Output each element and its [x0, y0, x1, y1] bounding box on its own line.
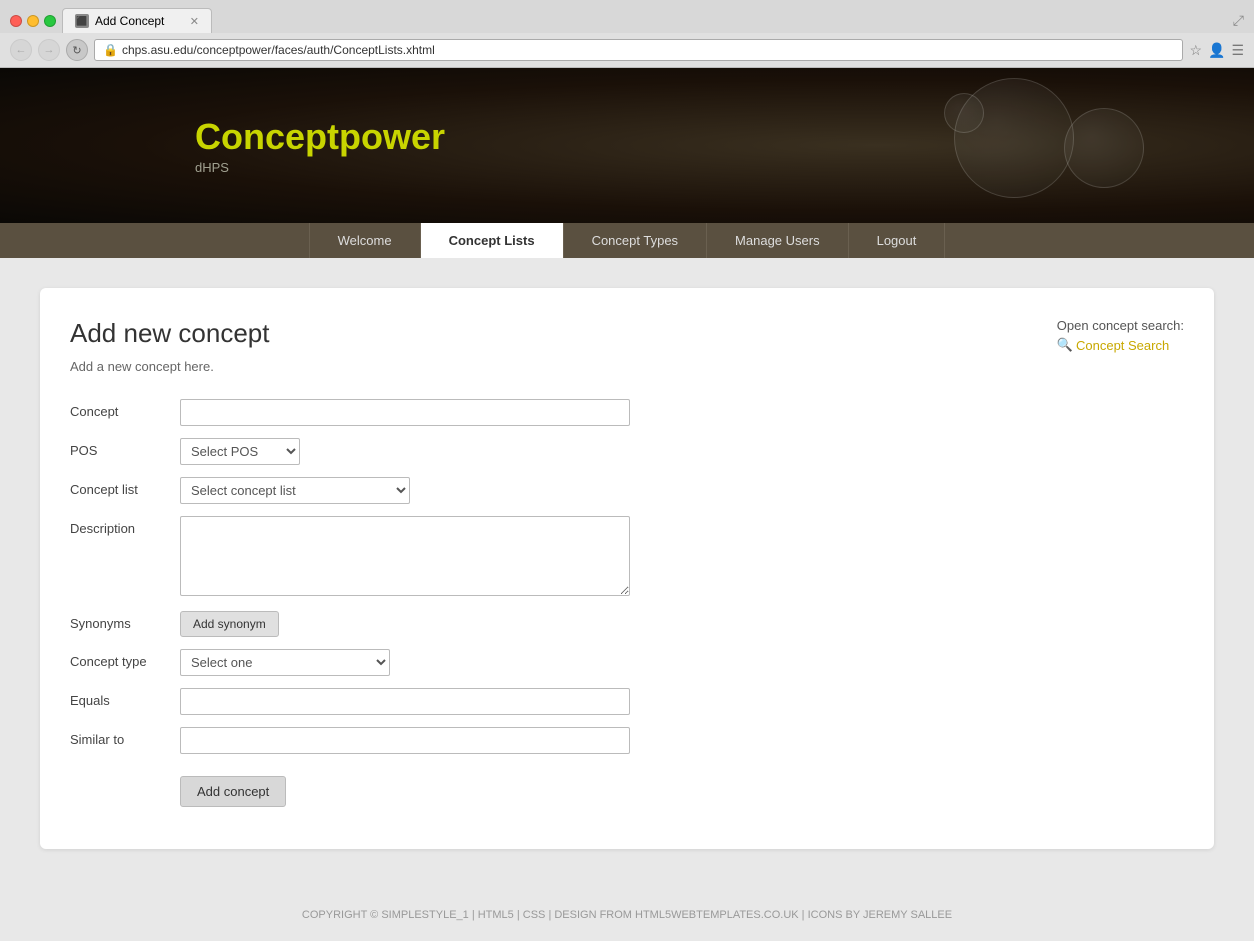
nav-icons: ☆ 👤 ☰: [1189, 42, 1244, 59]
browser-chrome: ⬛ Add Concept ✕ ⤢ ← → ↻ 🔒 chps.asu.edu/c…: [0, 0, 1254, 68]
pos-label: POS: [70, 438, 180, 458]
pos-select[interactable]: Select POS: [180, 438, 300, 465]
logo-plain: Concept: [195, 116, 339, 157]
menu-icon[interactable]: ☰: [1231, 42, 1244, 59]
nav-welcome[interactable]: Welcome: [309, 223, 421, 258]
concept-list-field-container: Select concept list: [180, 477, 630, 504]
concept-search-link-text: Concept Search: [1076, 338, 1169, 353]
description-field-container: [180, 516, 630, 599]
forward-button[interactable]: →: [38, 39, 60, 61]
concept-field-container: [180, 399, 630, 426]
nav-concept-lists[interactable]: Concept Lists: [421, 223, 564, 258]
user-icon[interactable]: 👤: [1208, 42, 1225, 59]
concept-row: Concept: [70, 399, 630, 426]
equals-field-container: [180, 688, 630, 715]
browser-tab[interactable]: ⬛ Add Concept ✕: [62, 8, 212, 33]
bubble-small: [944, 93, 984, 133]
synonyms-field-container: Add synonym: [180, 611, 630, 637]
pos-field-container: Select POS: [180, 438, 630, 465]
logo-subtitle: dHPS: [195, 160, 445, 175]
submit-label-spacer: [70, 766, 180, 771]
logo-accent: power: [339, 116, 445, 157]
nav-manage-users[interactable]: Manage Users: [707, 223, 849, 258]
similar-to-field-container: [180, 727, 630, 754]
search-label: Open concept search:: [1057, 318, 1184, 333]
concept-list-select[interactable]: Select concept list: [180, 477, 410, 504]
concept-search-panel: Open concept search: 🔍 Concept Search: [1057, 318, 1184, 353]
synonyms-label: Synonyms: [70, 611, 180, 631]
page-title: Add new concept: [70, 318, 1184, 349]
header-content: Conceptpower dHPS: [0, 116, 445, 175]
description-textarea[interactable]: [180, 516, 630, 596]
description-row: Description: [70, 516, 630, 599]
site-header: Conceptpower dHPS: [0, 68, 1254, 223]
concept-type-select[interactable]: Select one: [180, 649, 390, 676]
tab-close-button[interactable]: ✕: [190, 15, 199, 28]
back-button[interactable]: ←: [10, 39, 32, 61]
minimize-dot[interactable]: [27, 15, 39, 27]
browser-nav: ← → ↻ 🔒 chps.asu.edu/conceptpower/faces/…: [0, 33, 1254, 68]
concept-list-label: Concept list: [70, 477, 180, 497]
content-card: Open concept search: 🔍 Concept Search Ad…: [40, 288, 1214, 849]
concept-type-row: Concept type Select one: [70, 649, 630, 676]
site-logo: Conceptpower: [195, 116, 445, 158]
bookmark-icon[interactable]: ☆: [1189, 42, 1202, 59]
concept-input[interactable]: [180, 399, 630, 426]
close-dot[interactable]: [10, 15, 22, 27]
url-text: chps.asu.edu/conceptpower/faces/auth/Con…: [122, 43, 1174, 57]
concept-search-link[interactable]: 🔍 Concept Search: [1057, 337, 1184, 353]
lock-icon: 🔒: [103, 43, 118, 57]
browser-titlebar: ⬛ Add Concept ✕ ⤢: [0, 0, 1254, 33]
window-resize-icon[interactable]: ⤢: [1233, 12, 1244, 29]
browser-dots: [10, 15, 56, 27]
search-icon: 🔍: [1057, 337, 1073, 353]
bubble-medium: [1064, 108, 1144, 188]
description-label: Description: [70, 516, 180, 536]
address-bar[interactable]: 🔒 chps.asu.edu/conceptpower/faces/auth/C…: [94, 39, 1183, 61]
nav-logout[interactable]: Logout: [849, 223, 946, 258]
equals-row: Equals: [70, 688, 630, 715]
similar-to-row: Similar to: [70, 727, 630, 754]
similar-to-label: Similar to: [70, 727, 180, 747]
concept-type-field-container: Select one: [180, 649, 630, 676]
synonyms-row: Synonyms Add synonym: [70, 611, 630, 637]
equals-label: Equals: [70, 688, 180, 708]
submit-row: Add concept: [70, 766, 630, 807]
nav-concept-types[interactable]: Concept Types: [564, 223, 707, 258]
similar-to-input[interactable]: [180, 727, 630, 754]
page-subtitle: Add a new concept here.: [70, 359, 1184, 374]
equals-input[interactable]: [180, 688, 630, 715]
concept-type-label: Concept type: [70, 649, 180, 669]
refresh-button[interactable]: ↻: [66, 39, 88, 61]
add-concept-button[interactable]: Add concept: [180, 776, 286, 807]
concept-list-row: Concept list Select concept list: [70, 477, 630, 504]
main-content: Open concept search: 🔍 Concept Search Ad…: [0, 258, 1254, 879]
tab-icon: ⬛: [75, 14, 89, 28]
pos-row: POS Select POS: [70, 438, 630, 465]
tab-title: Add Concept: [95, 14, 164, 28]
maximize-dot[interactable]: [44, 15, 56, 27]
main-navigation: Welcome Concept Lists Concept Types Mana…: [0, 223, 1254, 258]
add-concept-form: Concept POS Select POS Concept list: [70, 399, 630, 807]
footer-text: COPYRIGHT © SIMPLESTYLE_1 | HTML5 | CSS …: [302, 909, 952, 921]
site-footer: COPYRIGHT © SIMPLESTYLE_1 | HTML5 | CSS …: [0, 889, 1254, 941]
add-synonym-button[interactable]: Add synonym: [180, 611, 279, 637]
submit-container: Add concept: [180, 766, 630, 807]
concept-label: Concept: [70, 399, 180, 419]
